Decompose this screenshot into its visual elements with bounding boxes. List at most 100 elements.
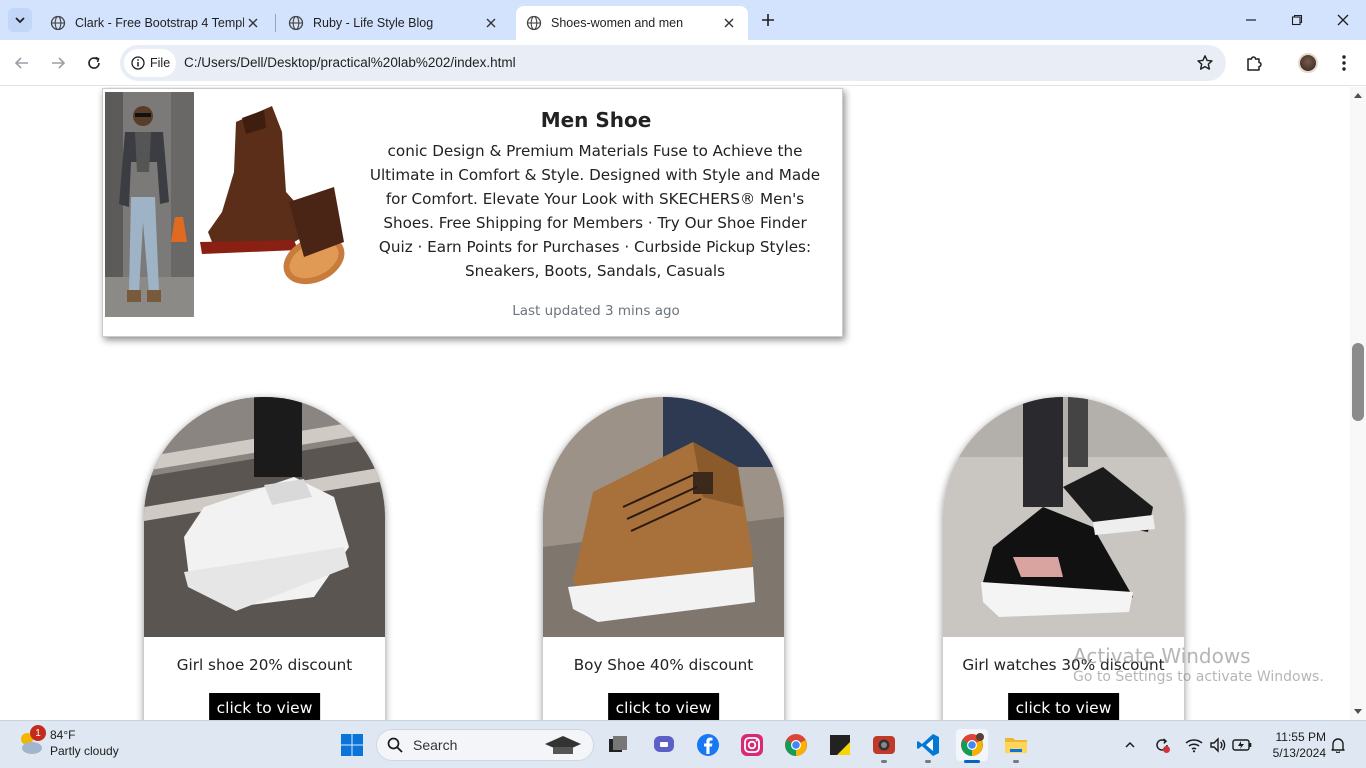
click-to-view-button[interactable]: click to view [1007, 693, 1120, 720]
tab-search-button[interactable] [8, 8, 32, 32]
girl-sneaker-image [943, 397, 1184, 637]
clock[interactable]: 11:55 PM 5/13/2024 [1262, 729, 1326, 761]
task-view-button[interactable] [602, 729, 634, 761]
teams-chat-button[interactable] [648, 729, 680, 761]
sticky-notes-icon [830, 735, 850, 755]
close-icon [1337, 14, 1349, 26]
wifi-icon [1185, 739, 1203, 753]
close-tab-icon[interactable] [482, 14, 500, 32]
chrome-active-button[interactable] [956, 729, 988, 763]
notifications-button[interactable] [1328, 735, 1348, 755]
men-card-title: Men Shoe [540, 108, 652, 132]
chrome-icon [785, 734, 807, 756]
extensions-button[interactable] [1242, 51, 1266, 75]
wifi-button[interactable] [1184, 735, 1204, 755]
close-tab-icon[interactable] [244, 14, 262, 32]
click-to-view-button[interactable]: click to view [607, 693, 720, 720]
activate-windows-title: Activate Windows [1073, 644, 1251, 668]
battery-icon [1232, 739, 1252, 751]
sticky-notes-button[interactable] [824, 729, 856, 761]
running-indicator [925, 760, 931, 763]
search-icon [387, 737, 403, 753]
show-hidden-icons-button[interactable] [1120, 735, 1140, 755]
graduation-cap-icon [545, 736, 581, 754]
arrow-left-icon [14, 57, 28, 69]
scroll-up-arrow-icon[interactable] [1354, 92, 1362, 100]
minimize-icon [1246, 19, 1256, 21]
chrome-profile-icon [961, 733, 984, 756]
weather-badge: 1 [30, 725, 46, 741]
forward-button[interactable] [46, 51, 70, 75]
vertical-scrollbar[interactable] [1350, 87, 1366, 720]
back-button[interactable] [10, 51, 34, 75]
activate-windows-subtitle: Go to Settings to activate Windows. [1073, 669, 1324, 685]
girl-shoe-image [144, 397, 385, 637]
man-photo [105, 92, 194, 317]
info-icon [131, 56, 145, 70]
scrollbar-thumb[interactable] [1352, 343, 1364, 421]
tab-title: Clark - Free Bootstrap 4 Templa [75, 16, 244, 30]
clock-date: 5/13/2024 [1272, 746, 1326, 760]
tab-ruby[interactable]: Ruby - Life Style Blog [278, 6, 510, 40]
address-bar[interactable]: File C:/Users/Dell/Desktop/practical%20l… [120, 45, 1226, 81]
menu-button[interactable] [1332, 51, 1356, 75]
task-view-icon [609, 736, 627, 752]
boy-shoe-image [543, 397, 784, 637]
weather-widget[interactable]: 1 84°F Partly cloudy [16, 725, 119, 759]
sync-alert-icon [1156, 738, 1170, 753]
click-to-view-button[interactable]: click to view [208, 693, 321, 720]
kebab-menu-icon [1342, 55, 1346, 71]
men-card-description: conic Design & Premium Materials Fuse to… [369, 142, 821, 280]
close-window-button[interactable] [1320, 0, 1366, 40]
vscode-button[interactable] [912, 729, 944, 763]
weather-temp: 84°F [50, 728, 76, 742]
bell-icon [1331, 738, 1345, 753]
product-card-boy-shoe: Boy Shoe 40% discount click to view [543, 397, 784, 720]
instagram-button[interactable] [736, 729, 768, 761]
file-explorer-button[interactable] [1000, 729, 1032, 763]
windows-logo-icon [341, 734, 363, 756]
globe-icon [50, 15, 66, 31]
site-info-chip[interactable]: File [124, 49, 176, 77]
taskbar-search[interactable]: Search [376, 729, 594, 761]
tab-title: Shoes-women and men [551, 16, 684, 30]
active-indicator [964, 760, 980, 763]
reload-button[interactable] [82, 51, 106, 75]
chrome-button[interactable] [780, 729, 812, 761]
tab-shoes[interactable]: Shoes-women and men [516, 6, 748, 40]
new-tab-button[interactable] [756, 8, 780, 32]
tab-strip: Clark - Free Bootstrap 4 Templa Ruby - L… [0, 0, 1366, 40]
volume-button[interactable] [1208, 735, 1228, 755]
close-tab-icon[interactable] [720, 14, 738, 32]
running-indicator [1013, 760, 1019, 763]
puzzle-icon [1247, 56, 1262, 71]
facebook-icon [697, 734, 719, 756]
tab-divider [275, 14, 276, 32]
bookmark-star-icon[interactable] [1196, 54, 1214, 77]
camera-app-button[interactable] [868, 729, 900, 763]
sync-status-button[interactable] [1152, 735, 1172, 755]
battery-button[interactable] [1232, 735, 1252, 755]
product-caption: Girl shoe 20% discount [176, 656, 353, 674]
url-text[interactable]: C:/Users/Dell/Desktop/practical%20lab%20… [184, 55, 516, 70]
profile-button[interactable] [1296, 51, 1320, 75]
chevron-up-icon [1125, 741, 1135, 748]
men-shoe-card: Men Shoe conic Design & Premium Material… [102, 88, 843, 337]
globe-icon [526, 15, 542, 31]
men-card-updated: Last updated 3 mins ago [512, 303, 680, 319]
weather-condition: Partly cloudy [50, 744, 119, 758]
scroll-down-arrow-icon[interactable] [1354, 707, 1362, 715]
minimize-button[interactable] [1228, 0, 1274, 40]
restore-button[interactable] [1274, 0, 1320, 40]
tab-title: Ruby - Life Style Blog [313, 16, 434, 30]
reload-icon [88, 56, 100, 69]
boot-photo [194, 92, 349, 317]
start-button[interactable] [336, 729, 368, 761]
globe-icon [288, 15, 304, 31]
tab-clark[interactable]: Clark - Free Bootstrap 4 Templa [40, 6, 272, 40]
file-label: File [150, 56, 171, 70]
chevron-down-icon [15, 17, 25, 24]
search-placeholder: Search [413, 737, 458, 753]
page-viewport: Men Shoe conic Design & Premium Material… [0, 87, 1350, 720]
facebook-button[interactable] [692, 729, 724, 761]
